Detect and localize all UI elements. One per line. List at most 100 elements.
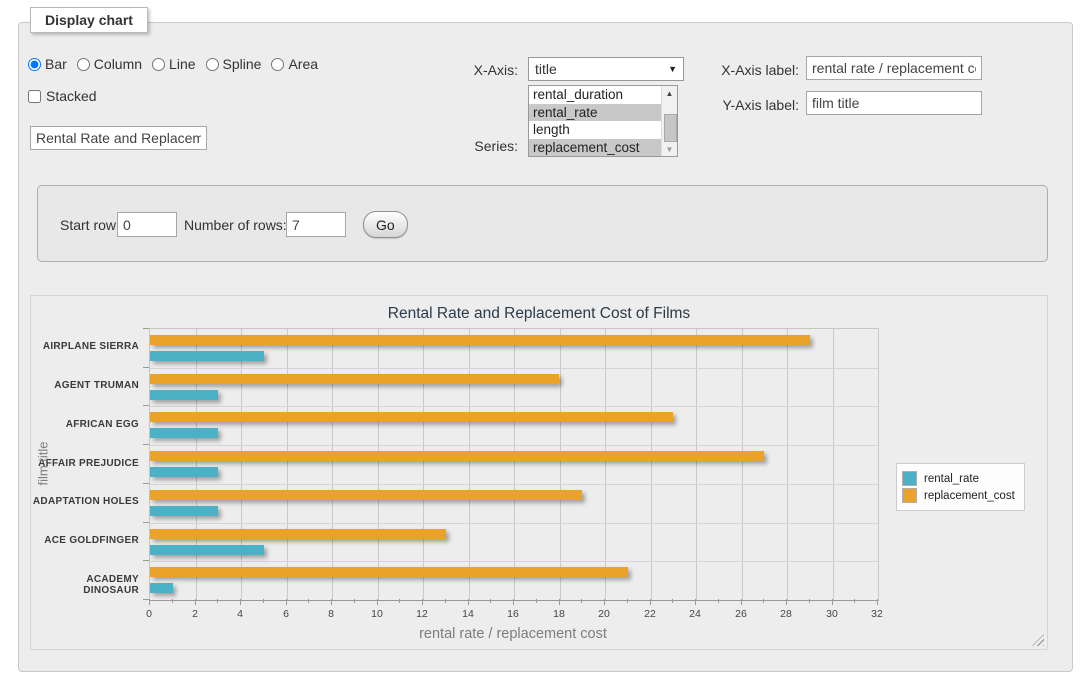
bar-rental_rate [150,351,264,361]
go-button[interactable]: Go [363,211,408,238]
series-option-rental_rate[interactable]: rental_rate [529,104,662,122]
series-scrollbar[interactable]: ▲ ▼ [661,86,677,156]
x-tick [422,599,423,605]
start-row-label: Start row: [60,217,120,233]
bar-replacement_cost [150,451,764,461]
x-tick [263,599,264,603]
gridline-vertical [514,329,515,600]
stacked-checkbox[interactable] [28,90,41,103]
bar-rental_rate [150,583,173,593]
scrollbar-thumb[interactable] [664,114,677,142]
x-tick [377,599,378,605]
chart-type-bar[interactable]: Bar [28,56,67,72]
x-tick [308,599,309,603]
gridline-horizontal [150,445,878,446]
series-option-length[interactable]: length [529,121,662,139]
x-tick [513,599,514,605]
x-tick-label: 12 [407,608,437,620]
gridline-horizontal [150,523,878,524]
legend-label: rental_rate [924,473,979,485]
x-tick [809,599,810,603]
x-tick-label: 2 [180,608,210,620]
chart-legend: rental_ratereplacement_cost [896,463,1025,511]
y-tick [143,483,149,484]
x-tick [695,599,696,605]
x-tick [195,599,196,605]
x-tick-label: 18 [544,608,574,620]
bar-replacement_cost [150,412,673,422]
radio-line[interactable] [152,58,165,71]
chart-title: Rental Rate and Replacement Cost of Film… [31,305,1047,323]
series-options: rental_durationrental_ratelengthreplacem… [529,86,662,156]
bar-rental_rate [150,390,218,400]
bar-replacement_cost [150,529,446,539]
legend-swatch-icon [902,488,917,503]
x-axis-title: rental rate / replacement cost [149,626,877,642]
x-tick [650,599,651,605]
gridline-vertical [332,329,333,600]
gridline-vertical [605,329,606,600]
chart-container: Rental Rate and Replacement Cost of Film… [30,295,1048,650]
series-listbox[interactable]: rental_durationrental_ratelengthreplacem… [528,85,678,157]
bar-replacement_cost [150,490,582,500]
x-tick-label: 32 [862,608,892,620]
gridline-vertical [287,329,288,600]
gridline-horizontal [150,484,878,485]
series-option-rental_duration[interactable]: rental_duration [529,86,662,104]
select-dropdown-icon: ▼ [668,64,677,74]
x-tick-label: 8 [316,608,346,620]
x-tick [331,599,332,605]
radio-area[interactable] [271,58,284,71]
category-label: AIRPLANE SIERRA [31,341,139,352]
radio-column[interactable] [77,58,90,71]
x-axis-label-input[interactable] [806,56,982,80]
chart-type-radios: Bar Column Line Spline Area [28,56,328,72]
gridline-vertical [469,329,470,600]
x-tick-label: 26 [726,608,756,620]
x-tick [399,599,400,603]
x-tick [468,599,469,605]
gridline-vertical [651,329,652,600]
gridline-vertical [378,329,379,600]
x-tick [832,599,833,605]
x-tick [877,599,878,605]
category-label: AFRICAN EGG [31,419,139,430]
y-axis-title: film title [36,434,51,494]
x-axis-select[interactable]: title ▼ [528,57,684,81]
start-row-input[interactable] [117,212,177,237]
resize-handle-icon[interactable] [1032,634,1044,646]
x-tick [445,599,446,603]
x-tick-label: 10 [362,608,392,620]
bar-rental_rate [150,428,218,438]
gridline-horizontal [150,368,878,369]
bar-replacement_cost [150,374,559,384]
radio-label: Column [94,56,142,72]
gridline-vertical [696,329,697,600]
num-rows-input[interactable] [286,212,346,237]
chart-type-line[interactable]: Line [152,56,195,72]
x-tick-label: 30 [817,608,847,620]
series-option-replacement_cost[interactable]: replacement_cost [529,139,662,157]
radio-bar[interactable] [28,58,41,71]
x-axis-label-label: X-Axis label: [700,62,799,78]
chart-title-input[interactable] [30,126,207,150]
y-axis-label-input[interactable] [806,91,982,115]
gridline-vertical [423,329,424,600]
chart-type-column[interactable]: Column [77,56,142,72]
stacked-checkbox-row[interactable]: Stacked [28,88,97,104]
gridline-vertical [241,329,242,600]
x-tick-label: 14 [453,608,483,620]
gridline-vertical [742,329,743,600]
x-tick-label: 16 [498,608,528,620]
series-listbox-label: Series: [430,138,518,154]
scroll-up-icon[interactable]: ▲ [662,86,677,100]
x-tick [172,599,173,603]
chart-type-spline[interactable]: Spline [206,56,262,72]
stacked-label: Stacked [46,88,97,104]
scroll-down-icon[interactable]: ▼ [662,142,677,156]
x-axis-selected-value: title [535,61,557,77]
chart-type-area[interactable]: Area [271,56,318,72]
x-tick-label: 28 [771,608,801,620]
radio-spline[interactable] [206,58,219,71]
category-label: ADAPTATION HOLES [31,496,139,507]
